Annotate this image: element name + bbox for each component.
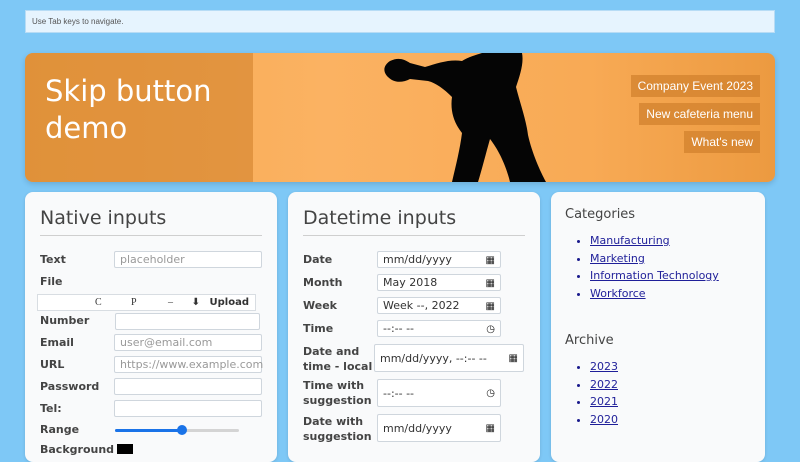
calendar-icon[interactable]: ▦ — [509, 352, 518, 365]
month-input[interactable]: May 2018 ▦ — [377, 274, 501, 291]
text-label: Text — [40, 253, 66, 266]
file-input[interactable]: C P – ⬇ Upload — [37, 294, 256, 311]
date-suggestion-value: mm/dd/yyyy — [383, 422, 452, 435]
download-icon: ⬇ — [191, 297, 201, 308]
text-input-placeholder: placeholder — [120, 253, 185, 266]
url-input[interactable]: https://www.example.com — [114, 356, 264, 373]
date-suggestion-input[interactable]: mm/dd/yyyy ▦ — [377, 414, 501, 442]
skip-instructions: Use Tab keys to navigate. — [25, 10, 775, 33]
time-suggestion-label: Time with suggestion — [303, 379, 372, 407]
list-item: 2021 — [590, 393, 618, 411]
hero-banner: Skip button demo Company Event 2023 New … — [25, 53, 775, 182]
list-item: Marketing — [590, 250, 719, 268]
date-suggestion-label: Date with suggestion — [303, 415, 372, 443]
list-item: 2020 — [590, 411, 618, 429]
upload-button-label: Upload — [209, 297, 249, 308]
background-color-picker[interactable] — [117, 444, 133, 454]
week-input[interactable]: Week --, 2022 ▦ — [377, 297, 501, 314]
banner-link-cafeteria-menu[interactable]: New cafeteria menu — [639, 103, 760, 125]
category-link-information-technology[interactable]: Information Technology — [590, 269, 719, 282]
range-label: Range — [40, 423, 80, 436]
upload-button[interactable]: ⬇ Upload — [192, 297, 249, 308]
date-label: Date — [303, 253, 333, 266]
password-input[interactable] — [114, 378, 262, 395]
tel-input[interactable] — [114, 400, 262, 417]
email-input[interactable]: user@email.com — [114, 334, 262, 351]
jumping-person-silhouette — [384, 53, 546, 182]
file-char-1: C — [95, 297, 102, 308]
calendar-icon[interactable]: ▦ — [486, 277, 495, 290]
datetime-local-value: mm/dd/yyyy, --:-- -- — [380, 352, 487, 365]
week-input-value: Week --, 2022 — [383, 299, 460, 312]
file-char-2: P — [131, 297, 137, 308]
file-label: File — [40, 275, 63, 288]
email-label: Email — [40, 336, 74, 349]
calendar-icon[interactable]: ▦ — [486, 300, 495, 313]
password-label: Password — [40, 380, 100, 393]
tel-label: Tel: — [40, 402, 62, 415]
list-item: 2022 — [590, 376, 618, 394]
archive-title: Archive — [565, 333, 614, 348]
range-slider[interactable] — [115, 425, 239, 435]
date-input[interactable]: mm/dd/yyyy ▦ — [377, 251, 501, 268]
time-suggestion-value: --:-- -- — [383, 387, 415, 400]
list-item: Information Technology — [590, 267, 719, 285]
file-char-3: – — [168, 297, 173, 308]
time-label: Time — [303, 322, 334, 335]
banner-link-whats-new[interactable]: What's new — [684, 131, 760, 153]
clock-icon[interactable]: ◷ — [486, 323, 495, 336]
archive-link-2023[interactable]: 2023 — [590, 360, 618, 373]
archive-list: 2023 2022 2021 2020 — [565, 358, 618, 428]
sidebar-card: Categories Manufacturing Marketing Infor… — [551, 192, 765, 462]
banner-link-list: Company Event 2023 New cafeteria menu Wh… — [630, 75, 760, 153]
time-input-value: --:-- -- — [383, 322, 415, 335]
category-link-marketing[interactable]: Marketing — [590, 252, 645, 265]
native-inputs-card: Native inputs Text placeholder File C P … — [25, 192, 277, 462]
text-input[interactable]: placeholder — [114, 251, 262, 268]
banner-link-company-event[interactable]: Company Event 2023 — [630, 75, 760, 97]
categories-title: Categories — [565, 207, 636, 222]
datetime-local-label: Date and time - local — [303, 345, 373, 373]
range-thumb[interactable] — [176, 425, 187, 435]
categories-list: Manufacturing Marketing Information Tech… — [565, 232, 719, 302]
calendar-icon[interactable]: ▦ — [486, 422, 495, 435]
url-placeholder: https://www.example.com — [120, 358, 264, 371]
skip-instructions-text: Use Tab keys to navigate. — [32, 17, 124, 26]
archive-link-2020[interactable]: 2020 — [590, 413, 618, 426]
list-item: 2023 — [590, 358, 618, 376]
number-input[interactable] — [115, 313, 260, 330]
calendar-icon[interactable]: ▦ — [486, 254, 495, 267]
date-input-value: mm/dd/yyyy — [383, 253, 452, 266]
month-label: Month — [303, 276, 343, 289]
archive-link-2022[interactable]: 2022 — [590, 378, 618, 391]
list-item: Workforce — [590, 285, 719, 303]
banner-title: Skip button demo — [45, 74, 212, 145]
datetime-inputs-card: Datetime inputs Date mm/dd/yyyy ▦ Month … — [288, 192, 540, 462]
native-inputs-title: Native inputs — [40, 207, 262, 236]
category-link-manufacturing[interactable]: Manufacturing — [590, 234, 670, 247]
week-label: Week — [303, 299, 337, 312]
clock-icon[interactable]: ◷ — [486, 387, 495, 400]
time-suggestion-input[interactable]: --:-- -- ◷ — [377, 379, 501, 407]
time-input[interactable]: --:-- -- ◷ — [377, 320, 501, 337]
archive-link-2021[interactable]: 2021 — [590, 395, 618, 408]
number-label: Number — [40, 314, 90, 327]
range-fill — [115, 429, 182, 432]
month-input-value: May 2018 — [383, 276, 438, 289]
url-label: URL — [40, 358, 65, 371]
datetime-inputs-title: Datetime inputs — [303, 207, 525, 236]
datetime-local-input[interactable]: mm/dd/yyyy, --:-- -- ▦ — [374, 344, 524, 372]
email-placeholder: user@email.com — [120, 336, 213, 349]
category-link-workforce[interactable]: Workforce — [590, 287, 646, 300]
list-item: Manufacturing — [590, 232, 719, 250]
